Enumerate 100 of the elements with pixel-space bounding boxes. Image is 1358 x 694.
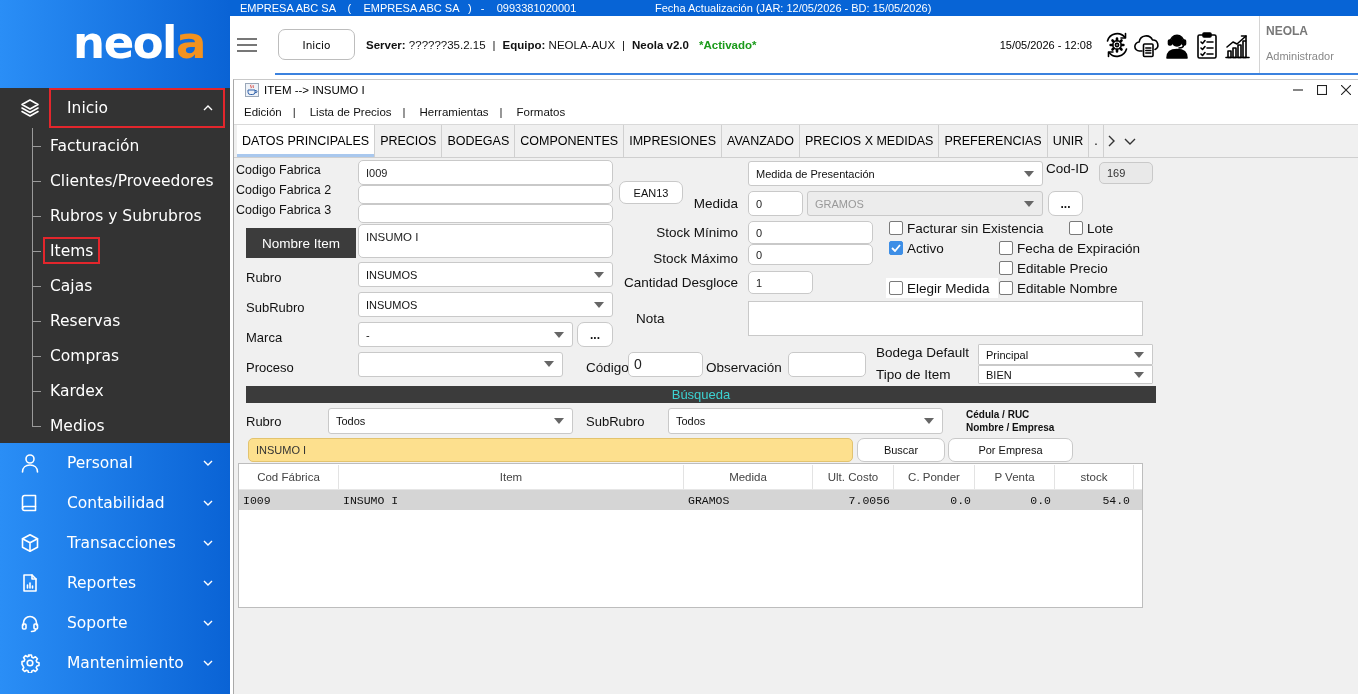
user-name: NEOLA <box>1266 24 1309 38</box>
date-time: 15/05/2026 - 12:08 <box>999 38 1092 51</box>
checkbox-label: Activo <box>907 240 944 256</box>
nav-subitem[interactable]: Compras <box>43 342 127 369</box>
table-cell-text: 0.0 <box>1029 492 1052 509</box>
nav-subitem[interactable]: Reservas <box>43 307 128 334</box>
search-option-label: Cédula / RUC <box>966 408 1031 421</box>
text-field[interactable] <box>358 185 613 204</box>
field-label: Bodega Default <box>876 344 971 362</box>
text-field[interactable]: 0 <box>748 221 873 244</box>
field-label: Marca <box>245 329 284 345</box>
more-button[interactable]: ... <box>577 322 613 347</box>
dropdown[interactable]: Medida de Presentación <box>748 161 1043 186</box>
field-label: SubRubro <box>245 299 306 315</box>
more-button[interactable]: ... <box>1048 191 1083 216</box>
checkbox-label: Elegir Medida <box>907 280 990 296</box>
section-title-bar: Búsqueda <box>246 386 1156 403</box>
search-button[interactable]: Buscar <box>857 438 945 462</box>
gear-icon <box>20 653 40 673</box>
dropdown[interactable]: Todos <box>668 408 943 434</box>
field-label: Stock Mínimo <box>655 225 739 240</box>
menu-item[interactable]: Herramientas <box>417 106 491 118</box>
caret-icon <box>594 271 604 278</box>
dropdown[interactable]: BIEN <box>978 365 1153 384</box>
checkbox[interactable] <box>889 281 903 295</box>
text-field[interactable]: 0 <box>748 244 873 265</box>
nav-subitem[interactable]: Kardex <box>43 377 111 404</box>
version-label: Neola v2.0 <box>632 38 689 51</box>
checkbox-label: Editable Nombre <box>1017 280 1118 296</box>
field-label: Rubro <box>245 413 283 429</box>
table-cell-text: I009 <box>242 492 272 509</box>
menu-icon[interactable] <box>237 36 257 53</box>
dropdown[interactable]: - <box>358 322 573 347</box>
cup-icon <box>245 83 259 97</box>
nav-item[interactable]: Soporte <box>49 603 225 643</box>
nav-subitem[interactable]: Items <box>43 237 101 264</box>
caret-icon <box>1134 371 1144 378</box>
activation-status: *Activado* <box>698 38 757 51</box>
checkbox-label: Fecha de Expiración <box>1017 240 1141 256</box>
nav-item[interactable]: Personal <box>49 443 225 483</box>
chevron-down-icon[interactable] <box>1123 137 1136 145</box>
checkbox[interactable] <box>999 281 1013 295</box>
dropdown[interactable]: Todos <box>328 408 573 434</box>
chevron-right-icon[interactable] <box>1107 135 1115 147</box>
field-label: Codigo Fabrica 2 <box>236 182 333 199</box>
table-row[interactable]: I009 INSUMO I GRAMOS 7.0056 0.0 0.0 54.0 <box>239 490 1142 510</box>
text-field[interactable]: 0 <box>628 351 703 377</box>
text-field[interactable]: I009 <box>358 160 613 185</box>
nav-subitem[interactable]: Rubros y Subrubros <box>43 202 209 229</box>
field-label: Rubro <box>245 269 283 285</box>
menu-item[interactable]: Lista de Precios <box>307 106 394 118</box>
separator-text: | <box>402 106 406 118</box>
nav-item[interactable]: Inicio <box>49 88 225 128</box>
nav-item[interactable]: Transacciones <box>49 523 225 563</box>
text-field[interactable]: 1 <box>748 271 813 294</box>
layers-icon <box>20 98 40 118</box>
company-info: EMPRESA ABC SA ( EMPRESA ABC SA ) - 0993381020001 <box>240 2 578 14</box>
nav-item[interactable]: Mantenimiento <box>49 643 225 683</box>
maximize-icon[interactable] <box>1317 85 1327 95</box>
checkbox[interactable] <box>889 241 903 255</box>
nav-subitem[interactable]: Facturación <box>43 132 147 159</box>
nav-subitem[interactable]: Medios <box>43 412 112 439</box>
dropdown[interactable]: INSUMOS <box>358 262 613 287</box>
nav-subitem[interactable]: Cajas <box>43 272 100 299</box>
nav-item[interactable]: Contabilidad <box>49 483 225 523</box>
dropdown[interactable]: INSUMOS <box>358 292 613 317</box>
checkbox[interactable] <box>889 221 903 235</box>
connection-info: Server: ??????35.2.15 <box>366 38 486 51</box>
field-label: Codigo Fabrica <box>236 162 322 179</box>
close-icon[interactable] <box>1341 85 1351 95</box>
dropdown[interactable]: Principal <box>978 344 1153 365</box>
text-field[interactable]: 0 <box>748 191 803 216</box>
document-chart-icon <box>20 573 40 593</box>
field-label: Medida <box>692 196 739 211</box>
company-search-button[interactable]: Por Empresa <box>948 438 1073 462</box>
menu-item[interactable]: Formatos <box>514 106 568 118</box>
check-icon <box>891 244 901 252</box>
tab[interactable]: DATOS PRINCIPALES <box>237 125 376 157</box>
caret-icon <box>554 418 564 424</box>
caret-icon <box>1134 351 1144 358</box>
home-button[interactable]: Inicio <box>278 29 355 60</box>
field-label: Cod-ID <box>1046 161 1090 176</box>
checkbox-label: Facturar sin Existencia <box>907 220 1044 236</box>
text-field[interactable]: INSUMO I <box>358 224 613 258</box>
checkbox[interactable] <box>1069 221 1083 235</box>
field-label: Observación <box>706 359 783 375</box>
text-field[interactable] <box>358 204 613 223</box>
ean13-button[interactable]: EAN13 <box>619 181 683 204</box>
note-field[interactable] <box>748 301 1143 336</box>
text-field[interactable] <box>788 351 866 377</box>
nav-item[interactable]: Reportes <box>49 563 225 603</box>
nav-subitem[interactable]: Clientes/Proveedores <box>43 167 221 194</box>
headset-icon <box>20 613 40 633</box>
checkbox[interactable] <box>999 261 1013 275</box>
caret-icon <box>554 331 564 338</box>
item-name-label: Nombre Item <box>246 228 356 258</box>
search-field[interactable]: INSUMO I <box>248 438 853 462</box>
checkbox[interactable] <box>999 241 1013 255</box>
menu-item[interactable]: Edición <box>242 106 284 118</box>
separator-text: | <box>492 38 496 51</box>
